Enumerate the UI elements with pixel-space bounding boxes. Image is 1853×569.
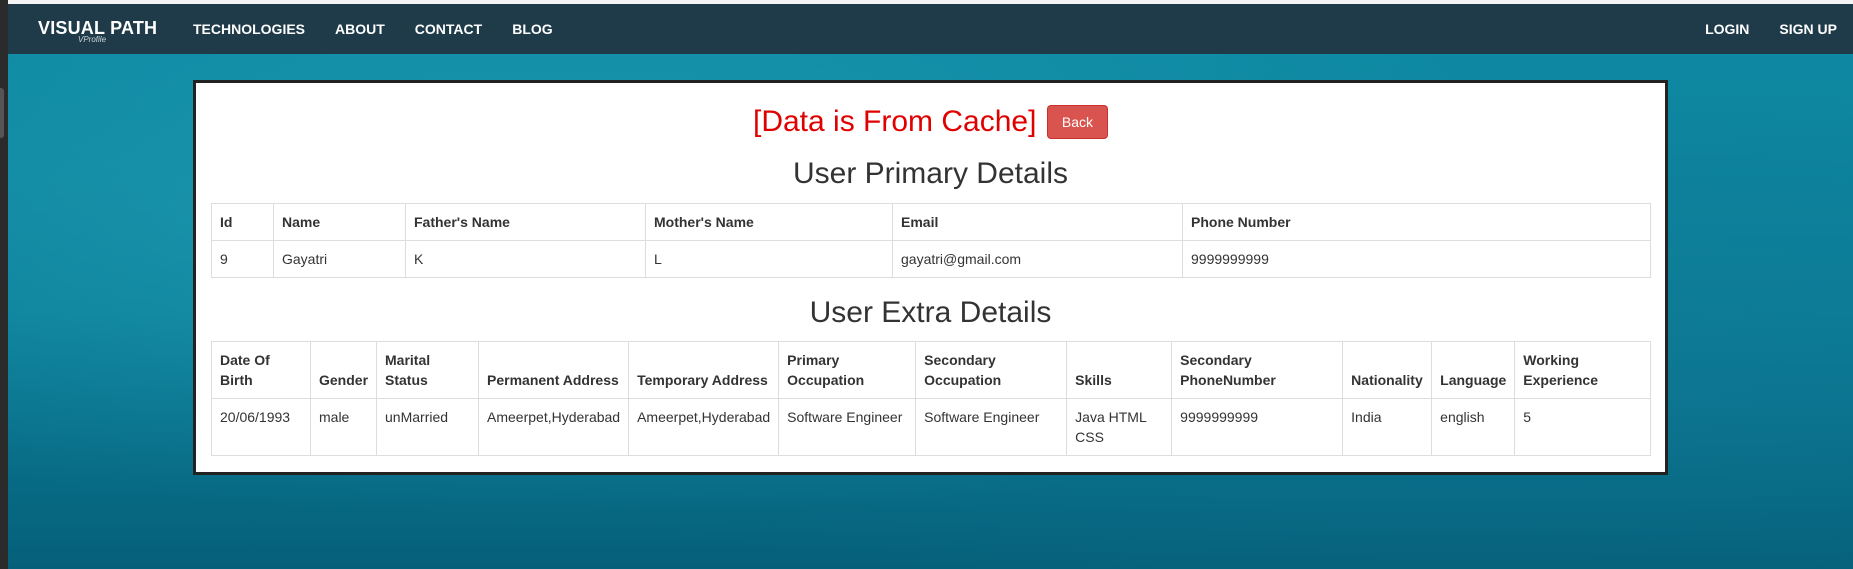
column-header: Date Of Birth — [211, 341, 311, 399]
nav-about[interactable]: ABOUT — [335, 21, 385, 37]
primary-details-heading: User Primary Details — [792, 157, 1069, 190]
back-button[interactable]: Back — [1046, 105, 1108, 139]
nav-right-menu: LOGIN SIGN UP — [1675, 4, 1853, 54]
table-header-row: Date Of Birth Gender Marital Status Perm… — [211, 341, 1651, 399]
column-header: Nationality — [1342, 341, 1433, 399]
table-cell: 5 — [1514, 398, 1651, 456]
column-header: Father's Name — [405, 203, 646, 241]
column-header: Skills — [1066, 341, 1173, 399]
table-cell: Software Engineer — [778, 398, 917, 456]
cache-row: [Data is From Cache] Back — [196, 105, 1665, 139]
table-cell: gayatri@gmail.com — [892, 240, 1183, 278]
nav-signup[interactable]: SIGN UP — [1779, 21, 1837, 37]
nav-login[interactable]: LOGIN — [1705, 21, 1749, 37]
column-header: Secondary PhoneNumber — [1171, 341, 1344, 399]
nav-technologies[interactable]: TECHNOLOGIES — [193, 21, 305, 37]
column-header: Working Experience — [1514, 341, 1651, 399]
table-row: 20/06/1993 male unMarried Ameerpet,Hyder… — [211, 398, 1651, 456]
column-header: Gender — [309, 341, 378, 399]
column-header: Mother's Name — [645, 203, 893, 241]
column-header: Email — [892, 203, 1183, 241]
extra-details-heading: User Extra Details — [809, 296, 1052, 329]
column-header: Phone Number — [1182, 203, 1651, 241]
table-cell: Gayatri — [273, 240, 406, 278]
table-cell: Software Engineer — [915, 398, 1068, 456]
column-header: Id — [211, 203, 274, 241]
table-cell: India — [1342, 398, 1433, 456]
brand-subtitle: VProfile — [78, 35, 107, 44]
left-edge-strip — [0, 0, 8, 569]
nav-left-menu: TECHNOLOGIES ABOUT CONTACT BLOG — [193, 4, 583, 54]
column-header: Language — [1431, 341, 1516, 399]
table-cell: 9999999999 — [1171, 398, 1344, 456]
table-cell: Ameerpet,Hyderabad — [478, 398, 630, 456]
cache-notice: [Data is From Cache] — [753, 105, 1037, 138]
table-cell: 9999999999 — [1182, 240, 1651, 278]
column-header: Secondary Occupation — [915, 341, 1068, 399]
table-cell: unMarried — [376, 398, 480, 456]
table-cell: english — [1431, 398, 1516, 456]
table-cell: Ameerpet,Hyderabad — [628, 398, 780, 456]
table-header-row: Id Name Father's Name Mother's Name Emai… — [211, 203, 1651, 241]
primary-details-table: Id Name Father's Name Mother's Name Emai… — [211, 203, 1651, 278]
table-cell: 9 — [211, 240, 274, 278]
table-cell: L — [645, 240, 893, 278]
column-header: Name — [273, 203, 406, 241]
table-cell: 20/06/1993 — [211, 398, 311, 456]
table-cell: male — [309, 398, 378, 456]
extra-details-table: Date Of Birth Gender Marital Status Perm… — [211, 341, 1651, 456]
table-cell: K — [405, 240, 646, 278]
column-header: Permanent Address — [478, 341, 630, 399]
column-header: Marital Status — [376, 341, 480, 399]
table-cell: Java HTML CSS — [1066, 398, 1173, 456]
table-row: 9 Gayatri K L gayatri@gmail.com 99999999… — [211, 240, 1651, 278]
navbar: VISUAL PATH VProfile TECHNOLOGIES ABOUT … — [8, 4, 1853, 54]
nav-contact[interactable]: CONTACT — [415, 21, 482, 37]
column-header: Primary Occupation — [778, 341, 917, 399]
details-panel: [Data is From Cache] Back User Primary D… — [193, 80, 1668, 475]
column-header: Temporary Address — [628, 341, 780, 399]
side-tab — [0, 88, 4, 138]
nav-blog[interactable]: BLOG — [512, 21, 552, 37]
